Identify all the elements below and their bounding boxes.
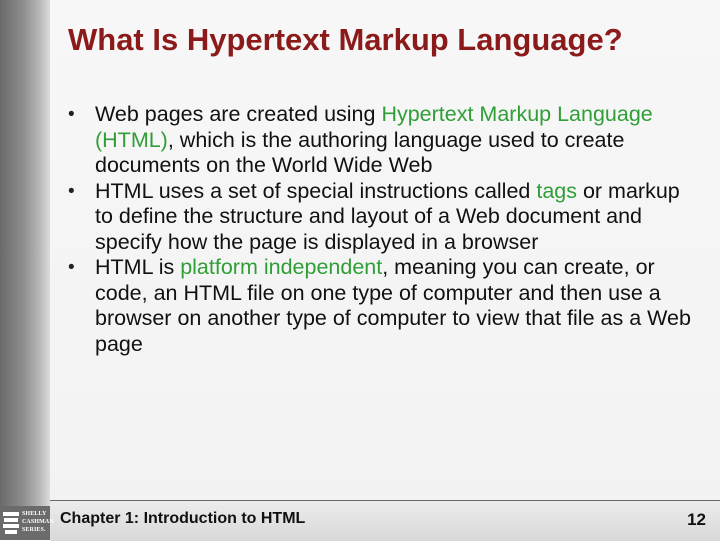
bullet-item: • HTML uses a set of special instruction…	[68, 179, 698, 256]
slide: What Is Hypertext Markup Language? • Web…	[0, 0, 720, 541]
bullet-item: • Web pages are created using Hypertext …	[68, 102, 698, 179]
logo-line: CASHMAN	[22, 519, 54, 525]
bullet-item: • HTML is platform independent, meaning …	[68, 255, 698, 357]
publisher-logo: SHELLY CASHMAN SERIES.	[0, 506, 54, 540]
page-number: 12	[687, 510, 706, 529]
side-gradient-strip	[0, 0, 50, 540]
bullet-text-segment: HTML uses a set of special instructions …	[95, 178, 537, 203]
bullet-marker: •	[68, 104, 75, 125]
footer-bar: Chapter 1: Introduction to HTML 12	[50, 500, 720, 541]
bullet-text-segment: , which is the authoring language used t…	[95, 127, 625, 178]
bullet-text-segment: Web pages are created using	[95, 102, 382, 126]
logo-wordmark: SHELLY CASHMAN SERIES.	[22, 510, 54, 534]
books-icon	[3, 512, 19, 534]
bullet-marker: •	[68, 257, 75, 278]
chapter-footer: Chapter 1: Introduction to HTML	[60, 510, 306, 527]
bullet-text: HTML is platform independent, meaning yo…	[95, 255, 691, 356]
bullet-list: • Web pages are created using Hypertext …	[68, 102, 698, 357]
bullet-text-segment: HTML is	[95, 255, 181, 279]
highlighted-term: platform independent	[180, 255, 383, 279]
slide-title: What Is Hypertext Markup Language?	[68, 22, 623, 57]
bullet-text: HTML uses a set of special instructions …	[95, 179, 680, 254]
bullet-marker: •	[68, 180, 75, 202]
bullet-text: Web pages are created using Hypertext Ma…	[95, 102, 653, 177]
logo-line: SERIES.	[22, 527, 46, 533]
highlighted-term: tags	[536, 178, 577, 203]
logo-line: SHELLY	[22, 511, 47, 517]
